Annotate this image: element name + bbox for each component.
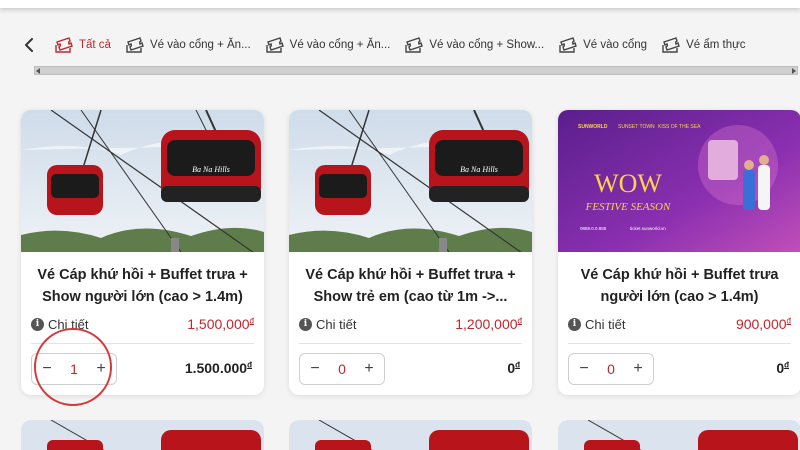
banner-hotline: 0888.0.0.888 — [580, 226, 607, 231]
tab-food[interactable]: Vé ẩm thực — [661, 31, 746, 59]
product-title: Vé Cáp khứ hồi + Buffet trưa + Show ngườ… — [37, 267, 248, 305]
top-header-bar — [0, 0, 800, 8]
unit-price: 900,000đ — [735, 316, 791, 332]
horizontal-scrollbar[interactable] — [34, 66, 798, 75]
detail-row: i Chi tiết 900,000đ — [568, 315, 791, 333]
ticket-icon — [559, 37, 578, 53]
divider — [568, 343, 791, 344]
minus-icon[interactable]: − — [308, 360, 322, 378]
festive-banner-image: SUNWORLD SUNSET TOWN KISS OF THE SEA WOW… — [558, 110, 800, 252]
tab-entrance-show[interactable]: Vé vào cổng + Show... — [404, 31, 544, 59]
quantity-value[interactable]: 0 — [607, 361, 615, 377]
tab-label: Tất cả — [79, 39, 111, 51]
cable-car-image: Ba Na Hills — [289, 110, 532, 252]
total-price: 0đ — [776, 360, 789, 376]
banner-brand-2: SUNSET TOWN — [618, 124, 655, 130]
info-icon[interactable]: i — [568, 317, 581, 331]
tab-label: Vé vào cổng + Ăn... — [289, 39, 391, 51]
detail-link[interactable]: Chi tiết — [316, 317, 356, 332]
quantity-value[interactable]: 0 — [338, 361, 346, 377]
product-card: SUNWORLD SUNSET TOWN KISS OF THE SEA WOW… — [558, 110, 800, 395]
minus-icon[interactable]: − — [577, 360, 591, 378]
tab-label: Vé vào cổng + Show... — [429, 39, 545, 51]
banner-brand-1: SUNWORLD — [578, 124, 608, 130]
product-card-preview — [21, 420, 264, 450]
ticket-icon — [265, 37, 284, 53]
ticket-icon — [405, 37, 424, 53]
gondola-brand: Ba Na Hills — [192, 165, 230, 174]
unit-price: 1,200,000đ — [455, 316, 522, 332]
tab-label: Vé vào cổng + Ăn... — [149, 39, 251, 51]
plus-icon[interactable]: + — [631, 360, 645, 378]
quantity-stepper: − 0 + — [299, 353, 385, 385]
tab-label: Vé vào cổng — [583, 39, 648, 51]
banner-site: ticket.sunworld.vn — [630, 226, 666, 231]
gondola-brand: Ba Na Hills — [460, 165, 498, 174]
detail-row: i Chi tiết 1,200,000đ — [299, 315, 522, 333]
product-card-preview — [558, 420, 800, 450]
plus-icon[interactable]: + — [362, 360, 376, 378]
banner-brand-3: KISS OF THE SEA — [658, 124, 701, 130]
category-tabs: Tất cả Vé vào cổng + Ăn... Vé vào cổng +… — [16, 30, 796, 60]
ticket-icon — [662, 37, 680, 53]
total-price: 1.500.000đ — [184, 360, 252, 376]
tab-label: Vé ẩm thực — [686, 39, 746, 51]
detail-link[interactable]: Chi tiết — [585, 317, 625, 332]
back-arrow-icon[interactable] — [16, 32, 42, 58]
info-icon[interactable]: i — [299, 317, 312, 331]
cable-car-image: Ba Na Hills — [21, 110, 264, 252]
unit-price: 1,500,000đ — [187, 316, 254, 332]
info-icon[interactable]: i — [31, 317, 44, 331]
ticket-icon — [126, 37, 144, 53]
tab-entrance-food-1[interactable]: Vé vào cổng + Ăn... — [125, 31, 251, 59]
banner-headline: WOW — [594, 169, 662, 198]
total-price: 0đ — [507, 360, 520, 376]
highlight-circle — [34, 328, 112, 406]
scroll-right-icon[interactable] — [792, 68, 796, 74]
product-card-preview — [289, 420, 532, 450]
scroll-left-icon[interactable] — [36, 68, 40, 74]
tab-all[interactable]: Tất cả — [54, 31, 111, 59]
divider — [299, 343, 522, 344]
banner-subline: FESTIVE SEASON — [585, 201, 671, 213]
tab-entrance-food-2[interactable]: Vé vào cổng + Ăn... — [265, 31, 391, 59]
product-title: Vé Cáp khứ hồi + Buffet trưa + Show trẻ … — [305, 267, 516, 305]
tab-entrance[interactable]: Vé vào cổng — [558, 31, 647, 59]
product-card: Ba Na Hills Vé Cáp khứ hồi + Buffet trưa… — [289, 110, 532, 395]
quantity-stepper: − 0 + — [568, 353, 654, 385]
product-title: Vé Cáp khứ hồi + Buffet trưa người lớn (… — [580, 267, 779, 305]
ticket-icon — [55, 37, 73, 53]
